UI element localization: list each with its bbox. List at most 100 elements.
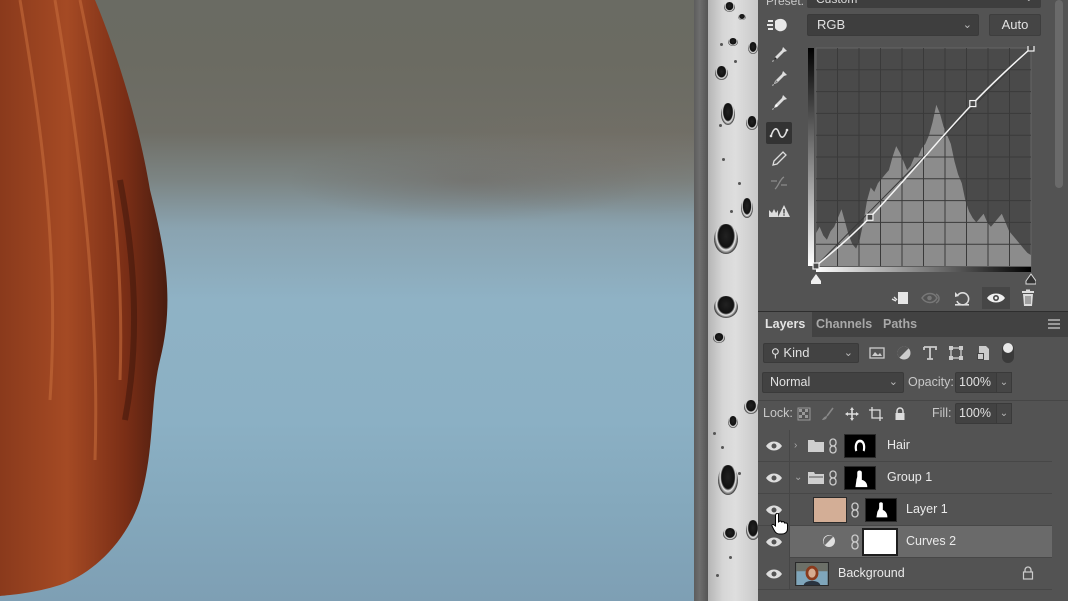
curve-control-point: [812, 262, 820, 270]
reset-adjustment-button[interactable]: [948, 287, 976, 309]
lock-position-button[interactable]: [844, 406, 860, 422]
layer-name: Hair: [887, 438, 910, 452]
document-canvas[interactable]: [0, 0, 694, 601]
reset-icon: [955, 292, 970, 306]
filter-shape-button[interactable]: [947, 345, 965, 361]
blend-mode-dropdown[interactable]: Normal ⌄: [762, 372, 904, 393]
image-icon: [869, 347, 885, 359]
canvas-border: [694, 0, 708, 601]
shape-icon: [949, 346, 963, 360]
layer-name: Curves 2: [906, 534, 957, 548]
layer-row-curves-2[interactable]: Curves 2: [758, 526, 1052, 558]
layer-mask-thumbnail-selected[interactable]: [862, 528, 898, 556]
filter-adjustment-button[interactable]: [895, 345, 913, 361]
layer-name: Group 1: [887, 470, 933, 484]
smart-object-icon: [977, 346, 989, 360]
output-gradient-bar: [808, 48, 814, 266]
filter-pixel-button[interactable]: [868, 345, 886, 361]
curve-points-icon: [769, 128, 789, 138]
move-arrows-icon: [845, 407, 859, 421]
fill-slider-toggle[interactable]: ⌄: [996, 403, 1012, 424]
layer-row-layer-1[interactable]: Layer 1: [758, 494, 1052, 526]
properties-panel: Preset: Custom ⌄ RGB ⌄ Auto: [758, 0, 1068, 311]
sample-gray-point-button[interactable]: [766, 68, 792, 90]
chevron-down-icon[interactable]: ⌄: [794, 472, 804, 484]
pencil-icon: [772, 151, 787, 166]
lock-label: Lock:: [763, 406, 793, 420]
layer-row-group-1[interactable]: ⌄ Group 1: [758, 462, 1052, 494]
layer-image-thumbnail[interactable]: [795, 562, 829, 586]
smooth-curve-button[interactable]: [766, 172, 792, 194]
filter-toggle-switch[interactable]: [1002, 343, 1014, 363]
layer-row-hair[interactable]: › Hair: [758, 430, 1052, 462]
artboard-icon: [869, 407, 883, 421]
sample-black-point-button[interactable]: [766, 44, 792, 66]
curve-control-point: [969, 99, 977, 108]
panel-menu-icon[interactable]: [1048, 319, 1060, 329]
lock-image-pixels-button[interactable]: [820, 406, 836, 422]
search-icon: ⚲: [771, 346, 780, 360]
curve-control-point: [1027, 46, 1035, 52]
link-icon[interactable]: [851, 502, 859, 518]
chevron-right-icon[interactable]: ›: [794, 440, 804, 452]
layers-panel: Layers Channels Paths ⚲ Kind ⌄ Normal ⌄ …: [758, 311, 1068, 601]
view-previous-state-button[interactable]: [917, 287, 945, 309]
delete-adjustment-button[interactable]: [1014, 287, 1042, 309]
auto-button[interactable]: Auto: [989, 14, 1041, 36]
tab-channels[interactable]: Channels: [809, 312, 879, 337]
tab-layers[interactable]: Layers: [758, 312, 813, 337]
targeted-adjustment-tool[interactable]: [766, 15, 790, 35]
clip-to-layer-button[interactable]: [886, 287, 914, 309]
edit-points-button[interactable]: [766, 122, 792, 144]
lock-all-button[interactable]: [892, 406, 908, 422]
filter-kind-value: Kind: [783, 345, 810, 360]
filter-type-button[interactable]: [921, 345, 939, 361]
preset-dropdown[interactable]: Custom ⌄: [807, 0, 1041, 8]
curves-graph[interactable]: [808, 46, 1036, 286]
properties-scrollbar[interactable]: [1055, 0, 1063, 188]
layer-visibility-toggle[interactable]: [758, 462, 790, 494]
brush-icon: [822, 407, 834, 420]
eye-icon: [765, 537, 782, 547]
layer-filter-row: ⚲ Kind ⌄: [758, 339, 1068, 367]
clip-to-layer-icon: [891, 292, 908, 304]
tab-paths[interactable]: Paths: [876, 312, 924, 337]
clipping-warning-button[interactable]: [766, 200, 792, 222]
layer-visibility-toggle[interactable]: [758, 558, 790, 590]
opacity-input[interactable]: 100%: [955, 372, 997, 393]
adjustment-circle-icon: [897, 346, 911, 360]
link-icon[interactable]: [851, 534, 859, 550]
layer-mask-thumbnail[interactable]: [844, 434, 876, 458]
eye-icon: [765, 473, 782, 483]
eyedropper-gray-icon: [772, 71, 787, 86]
background-texture-strip: [708, 0, 758, 601]
sample-white-point-button[interactable]: [766, 92, 792, 114]
toggle-visibility-button[interactable]: [982, 287, 1010, 309]
filter-kind-dropdown[interactable]: ⚲ Kind ⌄: [763, 343, 859, 363]
smooth-icon: [771, 176, 787, 190]
layer-name: Layer 1: [906, 502, 948, 516]
eye-icon: [765, 441, 782, 451]
layer-color-thumbnail[interactable]: [813, 497, 847, 523]
link-icon[interactable]: [829, 470, 837, 486]
trash-icon: [1022, 289, 1034, 306]
lock-artboard-button[interactable]: [868, 406, 884, 422]
chevron-down-icon: ⌄: [888, 376, 898, 388]
layer-visibility-toggle[interactable]: [758, 430, 790, 462]
layer-mask-thumbnail[interactable]: [844, 466, 876, 490]
filter-smart-object-button[interactable]: [974, 345, 992, 361]
fill-input[interactable]: 100%: [955, 403, 997, 424]
preset-value: Custom: [816, 0, 857, 6]
properties-footer: [758, 284, 1068, 311]
link-icon[interactable]: [829, 438, 837, 454]
eyedropper-black-icon: [772, 47, 787, 62]
lock-transparent-pixels-button[interactable]: [796, 406, 812, 422]
eye-icon: [987, 293, 1005, 303]
layer-mask-thumbnail[interactable]: [865, 498, 897, 522]
chevron-down-icon: ⌄: [962, 19, 972, 31]
eye-icon: [765, 569, 782, 579]
channel-dropdown[interactable]: RGB ⌄: [807, 14, 979, 36]
layer-row-background[interactable]: Background: [758, 558, 1052, 590]
opacity-slider-toggle[interactable]: ⌄: [996, 372, 1012, 393]
draw-pencil-button[interactable]: [766, 148, 792, 170]
